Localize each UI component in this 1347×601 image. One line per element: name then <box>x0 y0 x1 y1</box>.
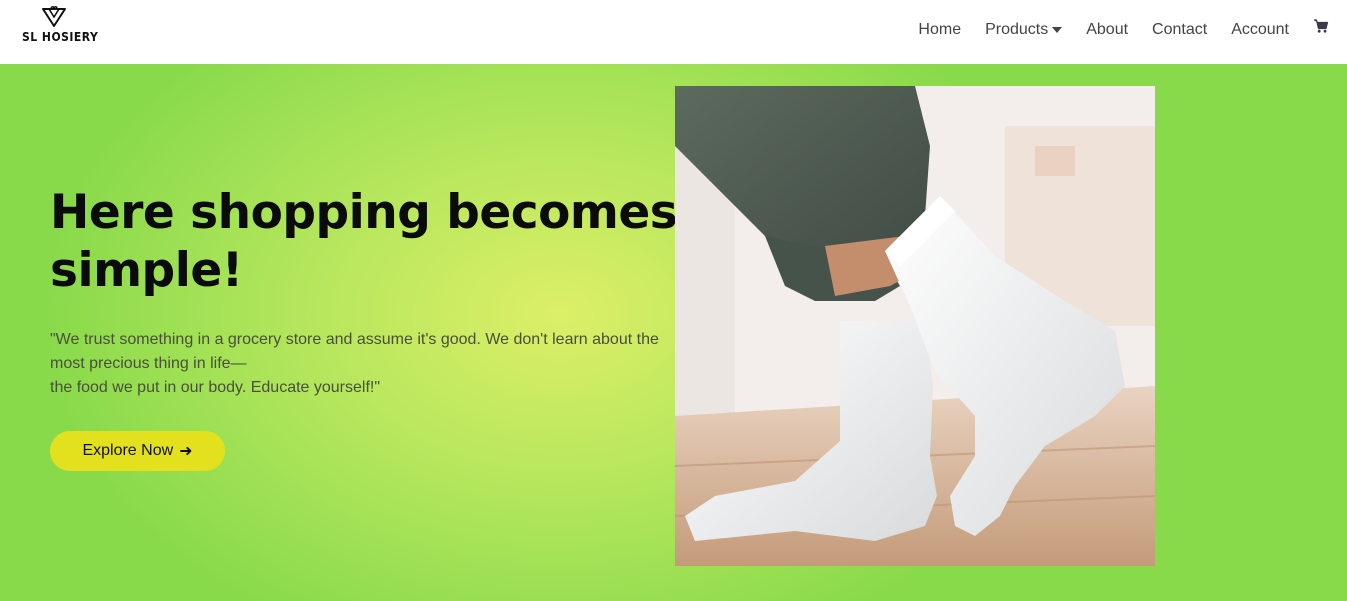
nav-account-label: Account <box>1231 21 1289 38</box>
nav-products-label: Products <box>985 21 1049 38</box>
hero-quote-line-1: "We trust something in a grocery store a… <box>50 331 659 372</box>
hero-quote: "We trust something in a grocery store a… <box>50 328 670 400</box>
explore-now-button[interactable]: Explore Now ➜ <box>50 431 225 471</box>
nav-contact[interactable]: Contact <box>1152 18 1207 42</box>
nav-contact-label: Contact <box>1152 21 1208 38</box>
navbar: SL HOSIERY Home Products About Contact A… <box>0 0 1347 64</box>
caret-down-icon <box>1052 27 1063 33</box>
brand-logo[interactable]: SL HOSIERY <box>20 6 98 50</box>
nav-home[interactable]: Home <box>918 18 961 42</box>
main-nav: Home Products About Contact Account <box>894 18 1329 42</box>
brand-name: SL HOSIERY <box>22 30 99 44</box>
explore-now-label: Explore Now <box>82 442 174 459</box>
hero-section: Here shopping becomes simple! "We trust … <box>0 64 1347 601</box>
hero-title: Here shopping becomes simple! <box>50 185 678 298</box>
hero-quote-line-2: the food we put in our body. Educate you… <box>50 379 381 396</box>
socks-photo-illustration <box>675 86 1155 566</box>
nav-home-label: Home <box>918 21 962 38</box>
arrow-right-icon: ➜ <box>179 443 193 460</box>
nav-about[interactable]: About <box>1086 18 1128 42</box>
nav-products[interactable]: Products <box>985 18 1063 42</box>
nav-account[interactable]: Account <box>1231 18 1289 42</box>
diamond-heart-icon <box>42 6 66 27</box>
nav-about-label: About <box>1086 21 1129 38</box>
shopping-cart-icon[interactable] <box>1313 18 1329 34</box>
hero-product-image <box>675 86 1155 566</box>
